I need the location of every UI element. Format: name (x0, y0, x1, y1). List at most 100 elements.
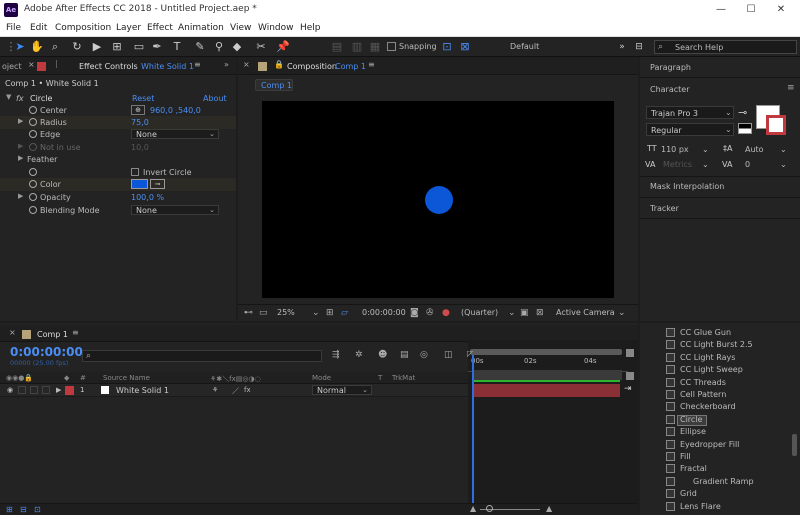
hand-tool-icon[interactable]: ✋ (30, 40, 44, 54)
frame-blending-icon[interactable]: ▤ (400, 350, 409, 360)
twirl-right-icon[interactable]: ▶ (18, 142, 23, 150)
effect-item[interactable]: Lens Flare (680, 502, 721, 511)
toggle-in-out-icon[interactable]: ⊡ (34, 505, 41, 514)
puppet-pin-tool-icon[interactable]: 📌 (276, 40, 290, 54)
comp-mini-flowchart-icon[interactable]: ⇶ (332, 350, 340, 360)
effect-item[interactable]: CC Light Burst 2.5 (680, 340, 753, 349)
region-of-interest-icon[interactable]: ▣ (520, 308, 529, 318)
chevron-down-icon[interactable]: ⌄ (702, 145, 709, 154)
fill-stroke-swatch-icon[interactable] (738, 123, 752, 134)
navigator-end-icon[interactable] (626, 372, 634, 380)
color-channels-icon[interactable]: ● (442, 308, 450, 318)
fit-icon[interactable]: ⊞ (326, 308, 334, 318)
snap-options-icon[interactable]: ⊡ (440, 40, 454, 54)
zoom-slider-thumb[interactable] (486, 505, 493, 512)
chevron-down-icon[interactable]: ⌄ (508, 308, 516, 318)
audio-toggle[interactable] (18, 386, 26, 394)
brush-tool-icon[interactable]: ✎ (193, 40, 207, 54)
timeline-tab[interactable]: Comp 1 (37, 330, 68, 339)
blending-mode-dropdown[interactable]: None ⌄ (131, 205, 219, 215)
paragraph-panel-title[interactable]: Paragraph (650, 63, 691, 72)
effect-item[interactable]: CC Threads (680, 378, 726, 387)
align-right-icon[interactable]: ▦ (368, 40, 382, 54)
chevron-down-icon[interactable]: ⌄ (780, 160, 787, 169)
pen-tool-icon[interactable]: ✒ (150, 40, 164, 54)
stopwatch-icon[interactable] (29, 206, 37, 214)
zoom-in-icon[interactable]: ▲ (546, 504, 552, 513)
tracker-title[interactable]: Tracker (650, 204, 679, 213)
invert-circle-checkbox[interactable] (131, 168, 139, 176)
effect-item[interactable]: CC Light Rays (680, 353, 735, 362)
zoom-tool-icon[interactable]: ⌕ (48, 40, 62, 54)
stopwatch-icon[interactable] (29, 106, 37, 114)
panel-menu-icon[interactable]: ≡ (72, 328, 79, 337)
reset-link[interactable]: Reset (132, 94, 154, 103)
menu-window[interactable]: Window (258, 23, 294, 33)
panel-menu-icon[interactable]: ≡ (787, 83, 795, 93)
radius-value[interactable]: 75,0 (131, 118, 149, 127)
current-time-indicator[interactable] (472, 355, 474, 503)
active-camera[interactable]: Active Camera (556, 308, 615, 317)
search-help-field[interactable]: ⌕ Search Help (654, 40, 797, 54)
monitor-icon[interactable]: ▭ (259, 308, 268, 318)
color-swatch[interactable] (131, 179, 148, 189)
fx-icon[interactable]: fx (16, 94, 24, 103)
layer-row[interactable]: ◉ ▶ 1 White Solid 1 ⚘ ／ fx Normal ⌄ (0, 384, 468, 397)
pan-behind-tool-icon[interactable]: ⊞ (110, 40, 124, 54)
stopwatch-icon[interactable] (29, 193, 37, 201)
solo-toggle[interactable] (30, 386, 38, 394)
time-navigator[interactable] (472, 370, 622, 380)
panel-expand-icon[interactable]: » (224, 60, 229, 69)
eyedropper-icon[interactable]: ⊸ (738, 106, 747, 119)
clone-stamp-tool-icon[interactable]: ⚲ (212, 40, 226, 54)
motion-blur-icon[interactable]: ◎ (420, 350, 428, 360)
timeline-current-time[interactable]: 0:00:00:00 (10, 345, 83, 359)
menu-file[interactable]: File (6, 23, 21, 33)
twirl-right-icon[interactable]: ▶ (56, 386, 61, 394)
always-preview-icon[interactable]: ⊷ (244, 308, 253, 318)
draft-3d-icon[interactable]: ✲ (355, 350, 363, 360)
graph-editor-icon[interactable]: ◫ (444, 350, 453, 360)
quality-switch-icon[interactable]: ／ (232, 386, 239, 396)
effect-item[interactable]: Cell Pattern (680, 390, 726, 399)
effect-item[interactable]: Grid (680, 489, 697, 498)
layer-label-color[interactable] (65, 386, 74, 395)
font-style-dropdown[interactable]: Regular ⌄ (646, 123, 734, 136)
about-link[interactable]: About (203, 94, 227, 103)
menu-composition[interactable]: Composition (55, 23, 111, 33)
layer-end-icon[interactable]: ⇥ (624, 384, 632, 394)
video-eye-icon[interactable]: ◉ (7, 386, 13, 394)
workspace-default[interactable]: Default (510, 42, 539, 51)
center-value[interactable]: 960,0 ,540,0 (150, 106, 201, 115)
maximize-button[interactable]: ☐ (738, 2, 764, 18)
layer-mode-dropdown[interactable]: Normal ⌄ (312, 385, 372, 395)
effect-controls-layer[interactable]: White Solid 1 (141, 62, 194, 71)
zoom-out-icon[interactable]: ◸ (467, 349, 473, 358)
crosshair-icon[interactable]: ⊕ (131, 105, 145, 115)
close-button[interactable]: ✕ (768, 2, 794, 18)
stopwatch-icon[interactable] (29, 180, 37, 188)
workspace-more-icon[interactable]: » (615, 40, 629, 54)
comp-breadcrumb[interactable]: Comp 1 (255, 79, 293, 91)
roto-brush-tool-icon[interactable]: ✂ (254, 40, 268, 54)
font-size-value[interactable]: 110 px (661, 145, 689, 154)
source-name-column[interactable]: Source Name (103, 374, 150, 382)
tracking-value[interactable]: 0 (745, 160, 750, 169)
shy-switch-icon[interactable]: ⚘ (212, 386, 218, 394)
camera-snapshot-icon[interactable]: ◙ (410, 308, 419, 318)
chevron-down-icon[interactable]: ⌄ (312, 308, 320, 318)
layer-duration-bar[interactable] (472, 384, 620, 397)
menu-layer[interactable]: Layer (116, 23, 141, 33)
minimize-button[interactable]: — (708, 2, 734, 18)
opacity-value[interactable]: 100,0 % (131, 193, 164, 202)
twirl-right-icon[interactable]: ▶ (18, 154, 23, 162)
close-icon[interactable]: × (9, 328, 16, 337)
chevron-down-icon[interactable]: ⌄ (618, 308, 626, 318)
shy-layers-icon[interactable]: ☻ (378, 350, 387, 360)
close-icon[interactable]: × (28, 60, 35, 69)
work-area-bar[interactable] (470, 349, 622, 355)
menu-view[interactable]: View (230, 23, 251, 33)
menu-help[interactable]: Help (300, 23, 321, 33)
selection-tool-icon[interactable]: ➤ (13, 40, 27, 54)
kerning-value[interactable]: Metrics (663, 160, 692, 169)
